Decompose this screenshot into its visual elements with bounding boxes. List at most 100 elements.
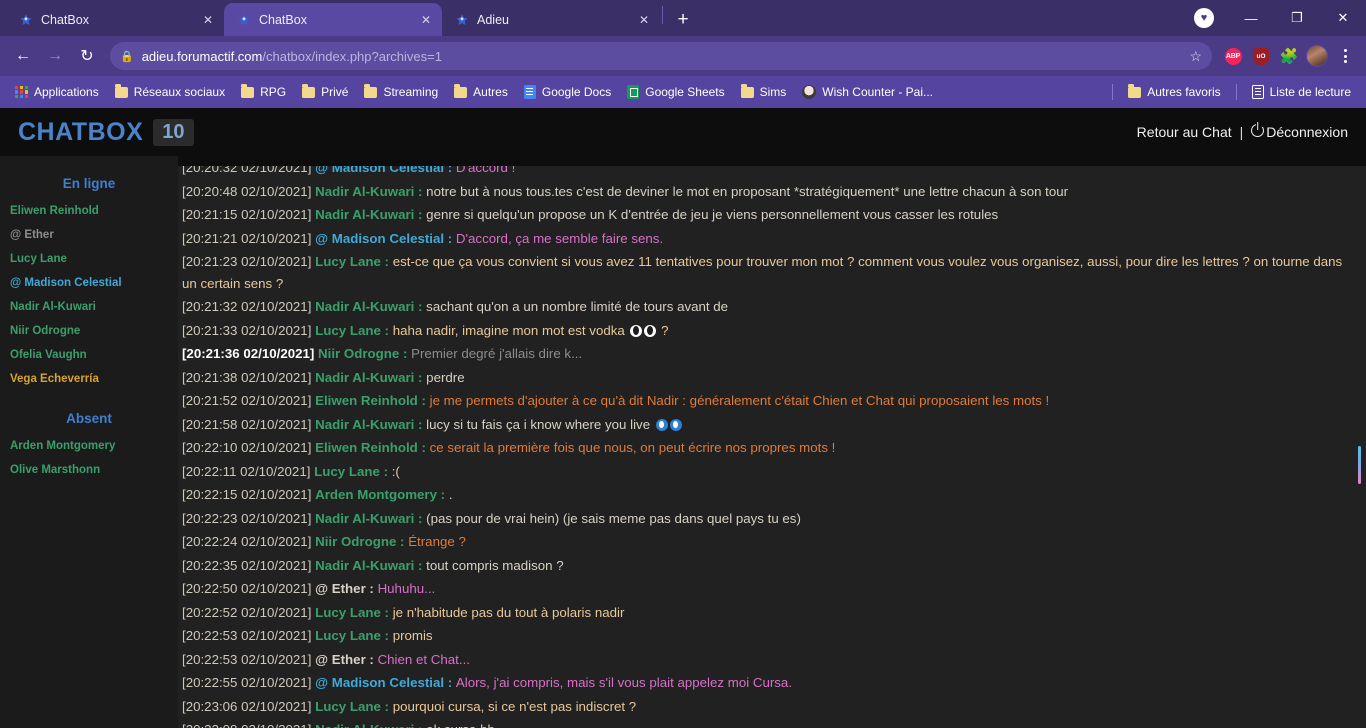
message-author[interactable]: Lucy Lane : (315, 699, 393, 714)
message-author[interactable]: Niir Odrogne : (315, 534, 408, 549)
bookmark-item-5[interactable]: Autres (447, 82, 515, 102)
back-to-chat-link[interactable]: Retour au Chat (1137, 124, 1232, 140)
bookmark-liste-de-lecture[interactable]: Liste de lecture (1245, 82, 1358, 102)
message-author[interactable]: Eliwen Reinhold : (315, 393, 430, 408)
folder-icon (454, 84, 468, 98)
sidebar-online-user-7[interactable]: Vega Echeverría (0, 373, 178, 385)
message-author[interactable]: Arden Montgomery : (315, 487, 449, 502)
maximize-button[interactable]: ❐ (1274, 0, 1320, 36)
reload-button[interactable]: ↻ (72, 41, 102, 71)
chat-scrollbar-thumb[interactable] (1357, 446, 1361, 484)
address-bar[interactable]: 🔒 adieu.forumactif.com/chatbox/index.php… (110, 42, 1212, 70)
new-tab-button[interactable]: + (669, 5, 697, 33)
sidebar-online-user-0[interactable]: Eliwen Reinhold (0, 205, 178, 217)
browser-tab-1[interactable]: ChatBox ✕ (224, 3, 442, 36)
url-path: /chatbox/index.php?archives=1 (262, 48, 442, 64)
tab-close-button[interactable]: ✕ (200, 12, 216, 28)
window-close-button[interactable]: ✕ (1320, 0, 1366, 36)
bookmark-item-3[interactable]: Privé (295, 82, 355, 102)
bookmark-label: Sims (759, 85, 787, 99)
page-content: CHATBOX 10 Retour au Chat | Déconnexion … (0, 108, 1366, 728)
chat-message: [20:22:52 02/10/2021] Lucy Lane : je n'h… (182, 601, 1352, 625)
message-author[interactable]: Eliwen Reinhold : (315, 440, 430, 455)
bookmark-item-4[interactable]: Streaming (357, 82, 445, 102)
ublock-extension-icon[interactable]: uO (1248, 43, 1274, 69)
message-author[interactable]: Nadir Al-Kuwari : (315, 511, 426, 526)
message-author[interactable]: Nadir Al-Kuwari : (315, 184, 426, 199)
message-author[interactable]: Nadir Al-Kuwari : (315, 417, 426, 432)
message-author[interactable]: Nadir Al-Kuwari : (315, 299, 426, 314)
message-author[interactable]: Lucy Lane : (315, 628, 393, 643)
tab-close-button[interactable]: ✕ (418, 12, 434, 28)
extensions-puzzle-icon[interactable]: 🧩 (1276, 43, 1302, 69)
adblock-plus-extension-icon[interactable]: ABP (1220, 43, 1246, 69)
message-author[interactable]: Niir Odrogne : (318, 346, 411, 361)
message-timestamp: [20:21:38 02/10/2021] (182, 369, 316, 385)
message-author[interactable]: Lucy Lane : (315, 605, 393, 620)
chat-scrollbar[interactable] (1356, 156, 1362, 728)
message-body: . (448, 487, 453, 502)
message-body: Étrange ? (408, 534, 466, 549)
chat-message: [20:21:23 02/10/2021] Lucy Lane : est-ce… (182, 250, 1352, 295)
message-author[interactable]: @ Madison Celestial : (315, 675, 456, 690)
minimize-button[interactable]: — (1228, 0, 1274, 36)
message-author[interactable]: Lucy Lane : (315, 254, 393, 269)
message-author[interactable]: @ Ether : (315, 652, 377, 667)
forward-button[interactable]: → (40, 41, 70, 71)
bookmark-item-7[interactable]: Google Sheets (620, 82, 731, 102)
message-author[interactable]: Nadir Al-Kuwari : (315, 207, 426, 222)
star-favicon-icon (454, 12, 469, 27)
message-author[interactable]: Lucy Lane : (315, 323, 393, 338)
google-docs-icon (523, 85, 536, 99)
sidebar-online-user-2[interactable]: Lucy Lane (0, 253, 178, 265)
sidebar-online-user-1[interactable]: @ Ether (0, 229, 178, 241)
bookmark-label: Autres favoris (1147, 85, 1221, 99)
bookmark-item-2[interactable]: RPG (234, 82, 293, 102)
message-body: perdre (426, 369, 465, 385)
message-author[interactable]: @ Madison Celestial : (315, 231, 456, 246)
chat-message: [20:22:23 02/10/2021] Nadir Al-Kuwari : … (182, 507, 1352, 531)
folder-icon (1128, 84, 1142, 98)
bookmark-item-8[interactable]: Sims (734, 82, 794, 102)
bookmark-item-0[interactable]: Applications (8, 82, 106, 102)
message-author[interactable]: Lucy Lane : (314, 464, 392, 479)
message-timestamp: [20:22:53 02/10/2021] (182, 651, 316, 667)
chat-message: [20:20:48 02/10/2021] Nadir Al-Kuwari : … (182, 180, 1352, 204)
chatbox-body: En ligne Eliwen Reinhold @ Ether Lucy Lane… (0, 156, 1366, 728)
message-author[interactable]: Nadir Al-Kuwari : (315, 370, 426, 385)
bookmark-autres-favoris[interactable]: Autres favoris (1121, 82, 1227, 102)
chat-message: [20:21:32 02/10/2021] Nadir Al-Kuwari : … (182, 295, 1352, 319)
logout-link[interactable]: Déconnexion (1251, 123, 1348, 140)
bookmark-star-icon[interactable]: ☆ (1189, 48, 1202, 65)
heart-icon[interactable]: ♥ (1194, 8, 1214, 28)
sidebar-online-user-6[interactable]: Ofelia Vaughn (0, 349, 178, 361)
bookmark-item-6[interactable]: Google Docs (517, 82, 618, 102)
message-body: je n'habitude pas du tout à polaris nadi… (392, 604, 625, 620)
profile-avatar[interactable] (1304, 43, 1330, 69)
message-timestamp: [20:22:50 02/10/2021] (182, 581, 316, 596)
star-favicon-icon (18, 12, 33, 27)
browser-tab-0[interactable]: ChatBox ✕ (6, 3, 224, 36)
message-author[interactable]: Nadir Al-Kuwari : (315, 722, 426, 728)
wish-counter-icon (802, 85, 817, 99)
back-button[interactable]: ← (8, 41, 38, 71)
chrome-menu-button[interactable] (1332, 49, 1358, 63)
chat-message: [20:21:21 02/10/2021] @ Madison Celestia… (182, 227, 1352, 251)
bookmark-item-1[interactable]: Réseaux sociaux (108, 82, 232, 102)
message-timestamp: [20:21:21 02/10/2021] (182, 230, 316, 246)
sidebar-online-user-5[interactable]: Niir Odrogne (0, 325, 178, 337)
browser-tab-2[interactable]: Adieu ✕ (442, 3, 660, 36)
message-author[interactable]: @ Ether : (315, 581, 377, 596)
tab-close-button[interactable]: ✕ (636, 12, 652, 28)
bookmark-item-9[interactable]: Wish Counter - Pai... (795, 82, 940, 102)
sidebar-absent-user-1[interactable]: Olive Marsthonn (0, 464, 178, 476)
chat-message-list[interactable]: [20:20:32 02/10/2021] @ Madison Celestia… (178, 156, 1366, 728)
sidebar-online-user-3[interactable]: @ Madison Celestial (0, 277, 178, 289)
bookmark-label: Streaming (383, 85, 439, 99)
message-body: haha nadir, imagine mon mot est vodka (392, 322, 625, 338)
message-author[interactable]: Nadir Al-Kuwari : (315, 558, 426, 573)
chat-message: [20:21:36 02/10/2021] Niir Odrogne : Pre… (182, 342, 1352, 366)
message-timestamp: [20:22:52 02/10/2021] (182, 604, 316, 620)
sidebar-online-user-4[interactable]: Nadir Al-Kuwari (0, 301, 178, 313)
sidebar-absent-user-0[interactable]: Arden Montgomery (0, 440, 178, 452)
